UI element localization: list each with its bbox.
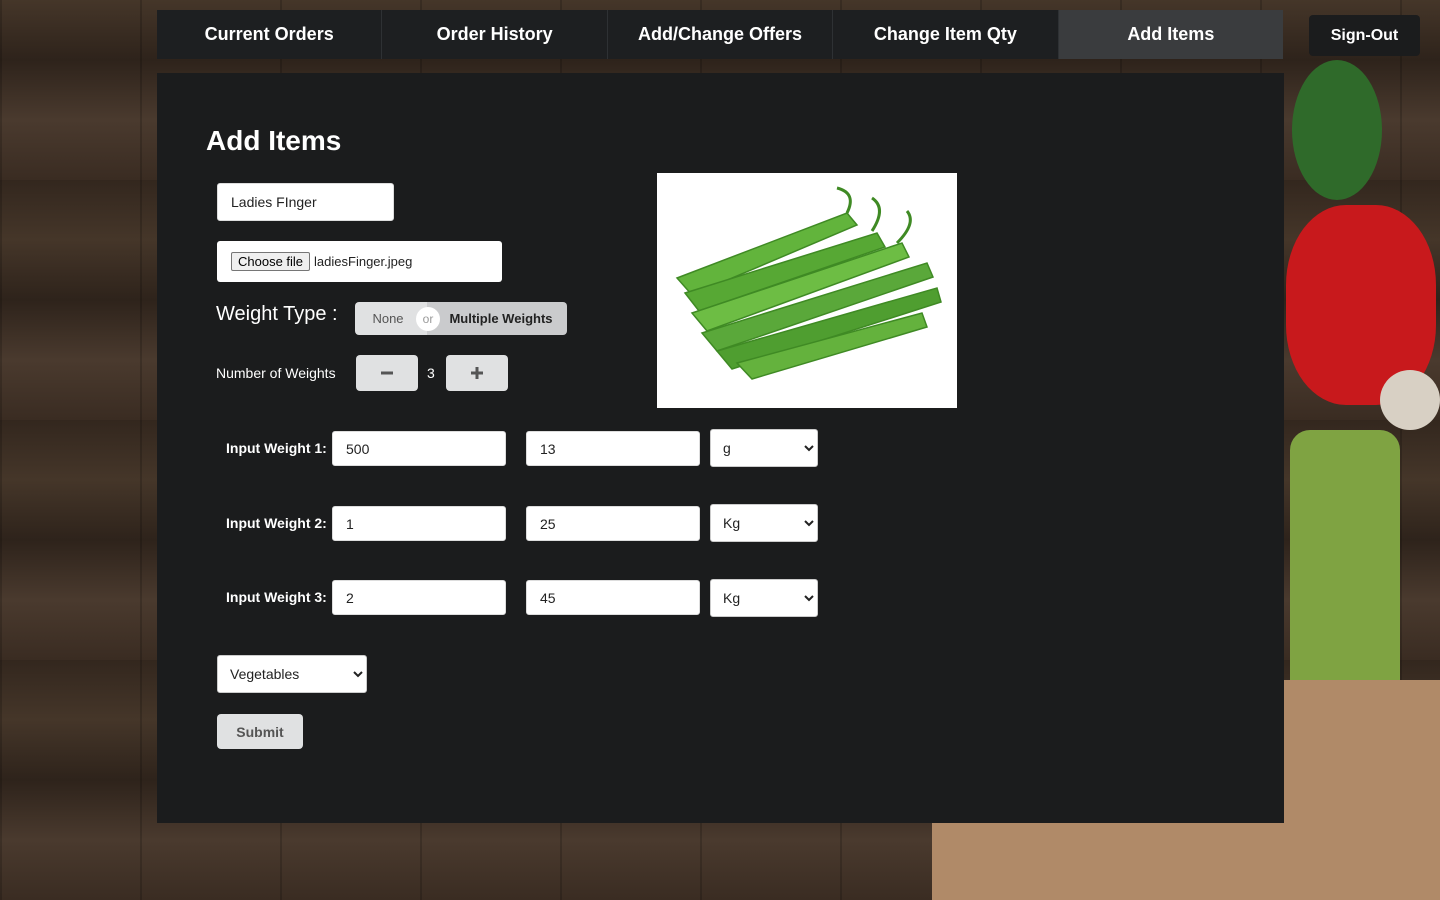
number-of-weights-value: 3 xyxy=(427,365,435,381)
decrement-weights-button[interactable] xyxy=(356,355,418,391)
background-avocado xyxy=(1292,60,1382,200)
sign-out-button[interactable]: Sign-Out xyxy=(1309,15,1420,56)
top-navigation: Current Orders Order History Add/Change … xyxy=(157,10,1284,59)
file-upload-field: Choose file ladiesFinger.jpeg xyxy=(217,241,502,282)
weight-3-value-input[interactable] xyxy=(332,580,506,615)
okra-image xyxy=(675,186,942,380)
weight-type-multiple-button[interactable]: Multiple Weights xyxy=(427,302,567,335)
toggle-or-divider: or xyxy=(416,307,440,331)
tab-current-orders[interactable]: Current Orders xyxy=(157,10,383,59)
weight-type-toggle: None Multiple Weights or xyxy=(355,302,569,335)
plus-icon xyxy=(471,367,483,379)
choose-file-button[interactable]: Choose file xyxy=(231,252,311,271)
input-weight-3-label: Input Weight 3: xyxy=(226,589,327,605)
tab-change-item-qty[interactable]: Change Item Qty xyxy=(833,10,1059,59)
background-mushroom xyxy=(1380,370,1440,430)
tab-add-items[interactable]: Add Items xyxy=(1058,10,1284,59)
weight-2-value-input[interactable] xyxy=(332,506,506,541)
minus-icon xyxy=(381,371,393,375)
tab-order-history[interactable]: Order History xyxy=(382,10,608,59)
weight-1-price-input[interactable] xyxy=(526,431,700,466)
submit-button[interactable]: Submit xyxy=(217,714,303,749)
weight-type-label: Weight Type : xyxy=(216,303,338,325)
background-asparagus xyxy=(1290,430,1400,710)
weight-3-price-input[interactable] xyxy=(526,580,700,615)
add-items-panel: Add Items Choose file ladiesFinger.jpeg … xyxy=(157,73,1284,823)
weight-3-unit-select[interactable]: Kg xyxy=(710,579,818,617)
weight-2-price-input[interactable] xyxy=(526,506,700,541)
page-title: Add Items xyxy=(206,125,342,156)
tab-add-change-offers[interactable]: Add/Change Offers xyxy=(608,10,834,59)
item-image-preview xyxy=(657,173,957,408)
weight-2-unit-select[interactable]: Kg xyxy=(710,504,818,542)
input-weight-1-label: Input Weight 1: xyxy=(226,440,327,456)
weight-1-unit-select[interactable]: g xyxy=(710,429,818,467)
item-name-input[interactable] xyxy=(217,183,394,221)
category-select[interactable]: Vegetables xyxy=(217,655,367,693)
number-of-weights-label: Number of Weights xyxy=(216,365,336,381)
increment-weights-button[interactable] xyxy=(446,355,508,391)
file-name: ladiesFinger.jpeg xyxy=(314,254,413,269)
weight-1-value-input[interactable] xyxy=(332,431,506,466)
input-weight-2-label: Input Weight 2: xyxy=(226,515,327,531)
